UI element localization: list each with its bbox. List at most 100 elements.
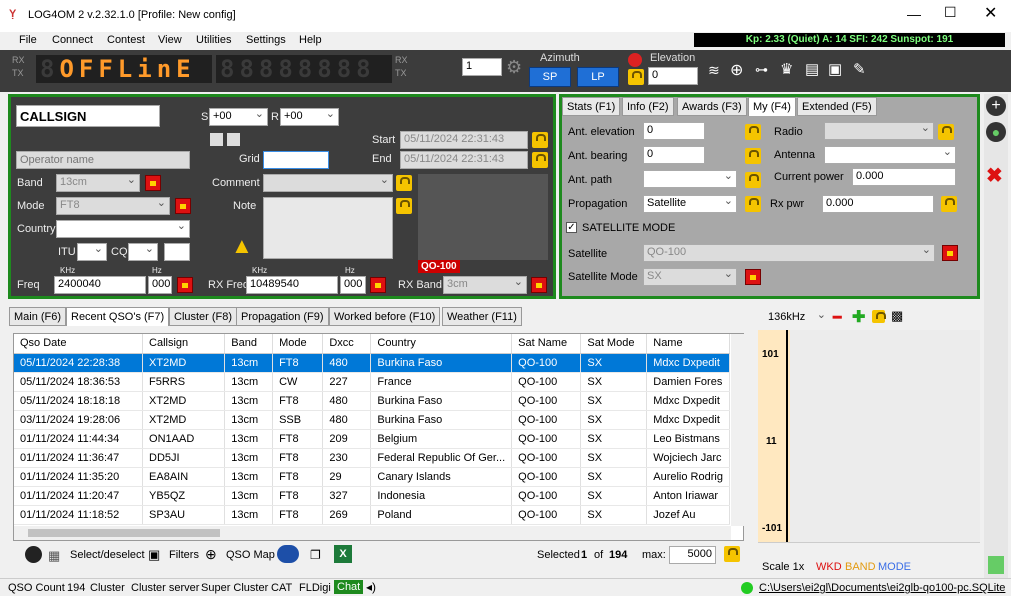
windows-icon[interactable]: ❐ [310, 548, 321, 562]
comment-input[interactable] [263, 173, 393, 192]
freq-khz-input[interactable]: 2400040 [54, 276, 146, 294]
col-dxcc[interactable]: Dxcc [322, 334, 372, 354]
menu-utilities[interactable]: Utilities [196, 34, 231, 46]
tab-my[interactable]: My (F4) [748, 97, 796, 116]
tab-main[interactable]: Main (F6) [9, 307, 67, 326]
menu-help[interactable]: Help [299, 34, 322, 46]
propagation-lock-icon[interactable] [745, 196, 761, 212]
rx-freq-khz-input[interactable]: 10489540 [246, 276, 338, 294]
menu-file[interactable]: File [19, 34, 37, 46]
snapshot-icon[interactable]: ▩ [891, 308, 903, 324]
satellite-select[interactable]: QO-100 [643, 243, 935, 262]
add-icon[interactable]: + [986, 96, 1006, 116]
qso-map-button[interactable]: QSO Map [226, 549, 275, 561]
col-mode[interactable]: Mode [272, 334, 324, 354]
band-lock-icon[interactable] [145, 175, 161, 191]
excel-icon[interactable]: X [334, 545, 352, 563]
scale-select[interactable]: Scale 1x [762, 561, 804, 573]
pen-icon[interactable]: ✎ [853, 60, 866, 78]
table-row[interactable]: 01/11/2024 11:44:34 ON1AAD 13cm FT8 209 Belgi… [14, 429, 730, 449]
col-qso-date[interactable]: Qso Date [14, 334, 144, 354]
refresh-icon[interactable] [25, 546, 42, 563]
satellite-mode-lock-icon[interactable] [745, 269, 761, 285]
stop-icon[interactable] [628, 53, 642, 67]
satellite-mode-checkbox[interactable]: ✓ [566, 222, 577, 233]
filter-icon[interactable]: ▣ [148, 547, 160, 563]
grid-input[interactable] [263, 151, 329, 169]
flag-box-1[interactable] [210, 133, 223, 146]
filters-button[interactable]: Filters [169, 549, 199, 561]
max-lock-icon[interactable] [724, 546, 740, 562]
gear-icon[interactable]: ⚙ [506, 57, 522, 78]
status-cluster-server[interactable]: Cluster server [131, 582, 199, 594]
maximize-icon[interactable]: ☐ [944, 4, 957, 21]
end-lock-icon[interactable] [532, 152, 548, 168]
globe-side-icon[interactable]: ● [986, 122, 1006, 142]
satellite-mode-select[interactable]: SX [643, 267, 737, 286]
vfo-spinner[interactable]: 1 [462, 58, 502, 76]
status-cat[interactable]: CAT [271, 582, 292, 594]
ant-bearing-input[interactable]: 0 [643, 146, 705, 164]
bandmap-lock-icon[interactable] [872, 310, 886, 323]
cq-select[interactable] [128, 242, 158, 261]
ant-path-select[interactable] [643, 169, 737, 188]
table-row[interactable]: 01/11/2024 11:35:20 EA8AIN 13cm FT8 29 Canary… [14, 467, 730, 487]
note-textarea[interactable] [263, 197, 393, 259]
table-row[interactable]: 05/11/2024 18:36:53 F5RRS 13cm CW 227 France Q… [14, 372, 730, 392]
table-row[interactable]: 01/11/2024 11:36:47 DD5JI 13cm FT8 230 Federa… [14, 448, 730, 468]
flag-box-2[interactable] [227, 133, 240, 146]
start-time-input[interactable]: 05/11/2024 22:31:43 [400, 131, 528, 149]
rx-freq-lock-icon[interactable] [370, 277, 386, 293]
col-country[interactable]: Country [370, 334, 513, 354]
menu-connect[interactable]: Connect [52, 34, 93, 46]
crown-icon[interactable]: ♛ [780, 60, 793, 78]
grid-vscrollbar[interactable] [731, 334, 744, 526]
col-sat-name[interactable]: Sat Name [511, 334, 582, 354]
country-select[interactable] [56, 219, 190, 238]
ant-elevation-lock-icon[interactable] [745, 124, 761, 140]
note-lock-icon[interactable] [396, 198, 412, 214]
itu-select[interactable] [77, 242, 107, 261]
elevation-input[interactable]: 0 [648, 67, 698, 85]
propagation-select[interactable]: Satellite [643, 194, 737, 213]
max-rows-input[interactable]: 5000 [669, 546, 716, 564]
table-row[interactable]: 03/11/2024 19:28:06 XT2MD 13cm SSB 480 Burkin… [14, 410, 730, 430]
select-all-icon[interactable]: ▦ [48, 548, 60, 564]
col-sat-mode[interactable]: Sat Mode [580, 334, 648, 354]
tab-weather[interactable]: Weather (F11) [442, 307, 522, 326]
grid-hscrollbar[interactable] [14, 526, 731, 540]
radio-select[interactable] [824, 121, 934, 140]
band-toggle[interactable]: BAND [845, 561, 876, 573]
rst-sent-select[interactable]: +00 [209, 107, 268, 126]
clear-icon[interactable]: ✖ [986, 163, 1003, 188]
menu-settings[interactable]: Settings [246, 34, 286, 46]
radio-lock-icon[interactable] [938, 124, 954, 140]
tab-awards[interactable]: Awards (F3) [677, 97, 747, 116]
status-fldigi[interactable]: FLDigi [299, 582, 331, 594]
minimize-icon[interactable]: — [907, 6, 921, 22]
database-path[interactable]: C:\Users\ei2gl\Documents\ei2glb-qo100-pc… [759, 582, 1005, 594]
rst-rcvd-select[interactable]: +00 [280, 107, 339, 126]
mode-lock-icon[interactable] [175, 198, 191, 214]
antenna-select[interactable] [824, 145, 956, 164]
table-row[interactable]: 01/11/2024 11:20:47 YB5QZ 13cm FT8 327 Indone… [14, 486, 730, 506]
long-path-button[interactable]: LP [577, 67, 619, 87]
mode-select[interactable]: FT8 [56, 196, 170, 215]
tab-info[interactable]: Info (F2) [622, 97, 674, 116]
status-chat[interactable]: Chat [334, 580, 364, 594]
current-power-input[interactable]: 0.000 [852, 168, 956, 186]
tab-extended[interactable]: Extended (F5) [797, 97, 877, 116]
col-callsign[interactable]: Callsign [142, 334, 226, 354]
span-select[interactable]: 136kHz [765, 308, 829, 328]
tab-stats[interactable]: Stats (F1) [562, 97, 621, 116]
band-select[interactable]: 13cm [56, 173, 140, 192]
tab-worked-before[interactable]: Worked before (F10) [329, 307, 441, 326]
map-globe-icon[interactable]: ⊕ [205, 546, 217, 563]
panel-toggle-icon[interactable] [988, 556, 1004, 574]
grid-hscroll-thumb[interactable] [28, 529, 220, 537]
rx-band-select[interactable]: 3cm [443, 275, 527, 294]
col-band[interactable]: Band [224, 334, 274, 354]
ant-path-lock-icon[interactable] [745, 172, 761, 188]
server-icon[interactable]: ▤ [805, 60, 819, 78]
bandmap-hscrollbar[interactable] [758, 542, 980, 554]
